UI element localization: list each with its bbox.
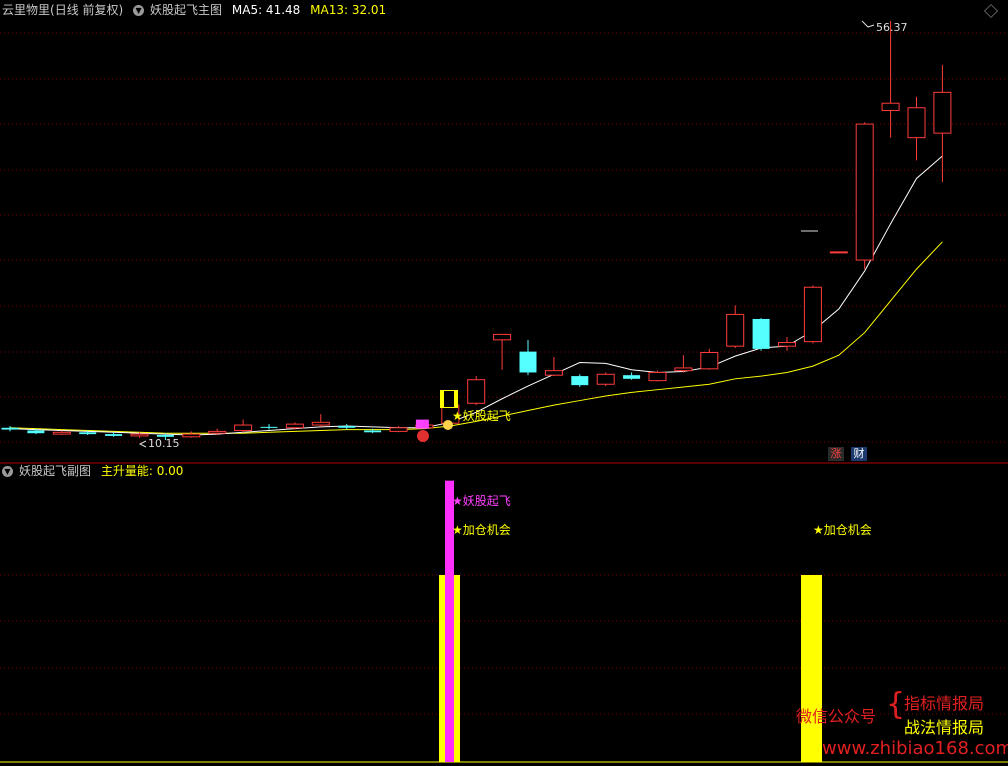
candle-body: [933, 91, 952, 134]
period-label: (日线 前复权): [50, 3, 124, 17]
candle-body: [674, 367, 693, 372]
instrument-name: 云里物里: [2, 3, 51, 17]
sub-header: ▼ 妖股起飞副图 主升量能: 0.00: [2, 463, 189, 479]
candle-body: [338, 425, 356, 428]
sub-indicator-name[interactable]: 妖股起飞副图: [19, 464, 91, 478]
watermark-line2: 战法情报局: [904, 718, 985, 737]
main-header: 云里物里(日线 前复权) ▼ 妖股起飞主图 MA5: 41.48 MA13: 32…: [2, 2, 392, 18]
candle-body: [389, 427, 408, 432]
cai-badge[interactable]: 财: [851, 447, 867, 461]
candle-body: [467, 379, 486, 404]
candle-body: [234, 424, 253, 431]
add-chance-label-1: ★加仓机会: [452, 523, 511, 537]
candle-body: [519, 351, 537, 373]
candle-body: [778, 342, 796, 347]
candle-body: [907, 107, 926, 139]
candle-body: [27, 430, 45, 434]
watermark-brace: {: [886, 687, 906, 722]
candle-body: [130, 433, 149, 437]
main-signal-label: ★妖股起飞: [452, 409, 511, 423]
watermark-url: www.zhibiao168.com: [822, 738, 1008, 759]
ma5-value: MA5: 41.48: [231, 3, 301, 17]
candle-body: [493, 333, 512, 341]
low-price-label: 10.15: [148, 437, 180, 450]
zhang-badge[interactable]: 涨: [828, 447, 844, 461]
sub-metric-value: 主升量能: 0.00: [100, 464, 184, 478]
sub-signal-label: ★妖股起飞: [452, 494, 511, 508]
candle-body: [803, 286, 822, 343]
chevron-down-icon[interactable]: ▼: [2, 466, 13, 477]
add-chance-label-2: ★加仓机会: [813, 523, 872, 537]
candle-body: [855, 123, 874, 261]
candle-body: [105, 434, 123, 436]
signal-candle: [415, 419, 429, 429]
candle-body: [285, 423, 304, 429]
candle-body: [752, 318, 770, 349]
watermark-account: 微信公众号: [796, 707, 877, 726]
buy-marker-icon: [417, 430, 429, 442]
candle-body: [182, 433, 201, 438]
candle-body: [1, 427, 19, 430]
candle-body: [52, 431, 71, 435]
candle-body: [596, 373, 615, 385]
kline-chart[interactable]: 56.37 10.15 ★妖股起飞 ★妖股起飞 ★加仓机会 ★加仓机会: [0, 0, 1008, 766]
candle-body: [208, 430, 227, 434]
candle-body: [726, 313, 745, 347]
high-price-label: 56.37: [876, 21, 908, 34]
candle-body: [79, 432, 97, 435]
candle-body: [260, 426, 278, 428]
high-pointer-icon: [861, 20, 875, 28]
candle-body: [648, 371, 667, 382]
candle-body: [311, 421, 330, 426]
candle-body: [571, 376, 589, 386]
watermark-line1: 指标情报局: [904, 694, 985, 713]
chevron-down-icon[interactable]: ▼: [133, 5, 145, 16]
signal-box-inner: [444, 391, 454, 407]
candle-body: [700, 352, 719, 370]
ma13-value: MA13: 32.01: [310, 3, 387, 17]
volume-bar: [801, 575, 822, 762]
main-indicator-name[interactable]: 妖股起飞主图: [150, 3, 222, 17]
candle-body: [364, 430, 382, 433]
candle-body: [829, 251, 848, 254]
candle-body: [544, 370, 563, 376]
candle-body: [623, 375, 641, 379]
candle-body: [881, 102, 900, 111]
